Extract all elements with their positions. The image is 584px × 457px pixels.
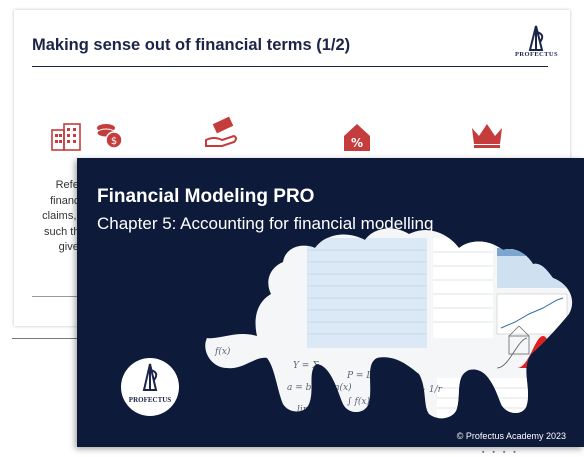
front-slide: Financial Modeling PRO Chapter 5: Accoun… <box>77 158 584 447</box>
back-logo-text: PROFECTUS <box>515 51 558 58</box>
coins-icon: $ <box>96 124 123 149</box>
svg-text:t = 1 − 1/r: t = 1 − 1/r <box>393 385 443 395</box>
svg-text:Y = Σ: Y = Σ <box>293 361 319 371</box>
svg-text:a = b − Sin(x): a = b − Sin(x) <box>287 382 352 393</box>
hand-money-icon <box>205 116 237 147</box>
buildings-icon <box>51 123 81 151</box>
elephant-illustration-icon: f(x) Y = Σ P = D/(k−g) a = b − Sin(x) ∫ … <box>205 228 573 419</box>
back-slide-title: Making sense out of financial terms (1/2… <box>32 36 351 54</box>
svg-text:P = D/(k−g): P = D/(k−g) <box>346 370 403 381</box>
svg-text:$: $ <box>111 136 117 147</box>
under-divider <box>12 338 78 339</box>
svg-text:lim x→∞: lim x→∞ <box>297 405 334 415</box>
profectus-logo-icon <box>142 363 158 391</box>
house-percent-icon: % <box>344 124 370 151</box>
copyright-text: © Profectus Academy 2023 <box>456 431 566 441</box>
svg-text:%: % <box>351 136 363 150</box>
crown-icon <box>472 124 502 148</box>
svg-text:∫ f(x) dx: ∫ f(x) dx <box>347 396 384 407</box>
front-logo-text: PROFECTUS <box>128 396 172 404</box>
title-divider <box>32 66 548 67</box>
profectus-logo-badge <box>121 358 179 416</box>
page-indicator-dots: ▪ ▪ ▪ ▪ <box>482 449 519 456</box>
front-slide-title: Financial Modeling PRO <box>97 186 315 207</box>
svg-text:f(x): f(x) <box>214 346 231 357</box>
